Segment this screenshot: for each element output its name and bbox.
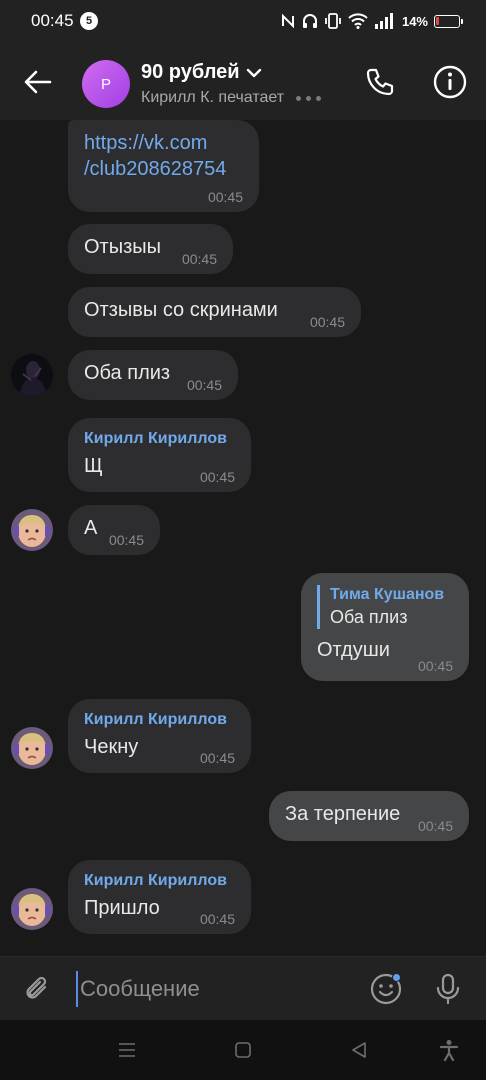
outgoing-message-bubble[interactable]: Тима Кушанов Оба плиз Отдуши 00:45 <box>301 573 469 681</box>
message-bubble[interactable]: https://vk.com /club208628754 00:45 <box>68 120 259 212</box>
message-list[interactable]: https://vk.com /club208628754 00:45 Отыз… <box>0 120 486 956</box>
nfc-icon <box>281 13 294 29</box>
reply-author: Тима Кушанов <box>330 586 445 603</box>
vibrate-icon <box>325 13 341 29</box>
message-text: Чекну <box>84 736 139 758</box>
menu-lines-icon <box>119 1043 135 1057</box>
message-text: Щ <box>84 455 103 477</box>
message-bubble[interactable]: Кирилл Кириллов Пришло 00:45 <box>68 860 251 934</box>
message-bubble[interactable]: Кирилл Кириллов Чекну 00:45 <box>68 699 251 773</box>
message-bubble[interactable]: Отызыы 00:45 <box>68 224 233 274</box>
message-bubble[interactable]: А 00:45 <box>68 505 160 555</box>
accessibility-button[interactable] <box>437 1038 461 1062</box>
voice-message-button[interactable] <box>430 971 466 1007</box>
message-time: 00:45 <box>309 314 345 330</box>
message-time: 00:45 <box>199 469 235 485</box>
wifi-icon <box>348 13 368 29</box>
avatar[interactable] <box>11 727 53 769</box>
info-icon <box>433 65 467 99</box>
reply-text: Оба плиз <box>330 607 408 627</box>
message-text: Отызыы <box>84 236 162 258</box>
status-icons: 14% <box>280 10 463 32</box>
system-navigation-bar <box>0 1020 486 1080</box>
message-bubble[interactable]: Отзывы со скринами 00:45 <box>68 287 361 337</box>
back-button[interactable] <box>18 64 58 100</box>
typing-status: Кирилл К. печатает <box>141 89 322 107</box>
message-time: 00:45 <box>207 189 243 205</box>
message-bubble[interactable]: Кирилл Кириллов Щ 00:45 <box>68 418 251 492</box>
child-face-avatar-image <box>11 888 53 930</box>
message-composer <box>0 956 486 1020</box>
headphones-icon <box>302 14 317 28</box>
dark-figure-avatar-image <box>11 354 53 396</box>
battery-fill <box>436 16 439 25</box>
sender-name[interactable]: Кирилл Кириллов <box>84 871 235 891</box>
phone-icon <box>366 68 394 96</box>
home-button[interactable] <box>231 1038 255 1062</box>
info-button[interactable] <box>430 62 470 102</box>
message-bubble[interactable]: Оба плиз 00:45 <box>68 350 238 400</box>
sender-name[interactable]: Кирилл Кириллов <box>84 429 235 449</box>
avatar[interactable] <box>11 509 53 551</box>
status-bar: 00:45 5 14% <box>0 0 486 44</box>
system-back-button[interactable] <box>347 1038 371 1062</box>
call-button[interactable] <box>360 62 400 102</box>
arrow-left-icon <box>24 70 52 94</box>
paperclip-icon <box>26 976 47 999</box>
notification-count-badge: 5 <box>80 12 98 30</box>
child-face-avatar-image <box>11 509 53 551</box>
signal-icon <box>374 13 393 29</box>
child-face-avatar-image <box>11 727 53 769</box>
message-time: 00:45 <box>181 251 217 267</box>
status-time: 00:45 <box>31 11 74 30</box>
chat-avatar[interactable]: Р <box>82 60 130 108</box>
new-badge-dot <box>392 973 401 982</box>
avatar[interactable] <box>11 888 53 930</box>
message-link-continued[interactable]: /club208628754 <box>84 156 243 182</box>
message-text: Отдуши <box>317 639 390 661</box>
battery-icon <box>434 14 463 28</box>
chat-title-button[interactable]: 90 рублей <box>141 61 262 84</box>
sender-name[interactable]: Кирилл Кириллов <box>84 710 235 730</box>
typing-status-text: Кирилл К. печатает <box>141 89 285 106</box>
battery-percent: 14% <box>401 13 428 29</box>
emoji-button[interactable] <box>368 971 404 1007</box>
microphone-icon <box>436 973 460 1005</box>
reply-quote[interactable]: Тима Кушанов Оба плиз <box>317 585 453 629</box>
message-text: А <box>84 517 98 539</box>
chevron-down-icon <box>246 68 261 77</box>
message-time: 00:45 <box>417 658 453 674</box>
message-text: За терпение <box>285 803 401 825</box>
square-icon <box>235 1042 251 1058</box>
triangle-back-icon <box>352 1042 366 1058</box>
message-link[interactable]: https://vk.com <box>84 130 243 156</box>
message-time: 00:45 <box>199 750 235 766</box>
avatar[interactable] <box>11 354 53 396</box>
message-text: Отзывы со скринами <box>84 299 278 321</box>
outgoing-message-bubble[interactable]: За терпение 00:45 <box>269 791 469 841</box>
typing-dots-icon <box>296 95 322 101</box>
message-time: 00:45 <box>417 818 453 834</box>
message-text: Пришло <box>84 897 160 919</box>
chat-header: Р 90 рублей Кирилл К. печатает <box>0 44 486 120</box>
chat-title: 90 рублей <box>141 61 240 83</box>
recent-apps-button[interactable] <box>115 1038 139 1062</box>
message-time: 00:45 <box>108 532 144 548</box>
message-time: 00:45 <box>199 911 235 927</box>
attach-button[interactable] <box>20 971 56 1007</box>
message-time: 00:45 <box>186 377 222 393</box>
message-text: Оба плиз <box>84 362 171 384</box>
accessibility-icon <box>439 1040 459 1061</box>
message-input[interactable] <box>76 971 346 1007</box>
